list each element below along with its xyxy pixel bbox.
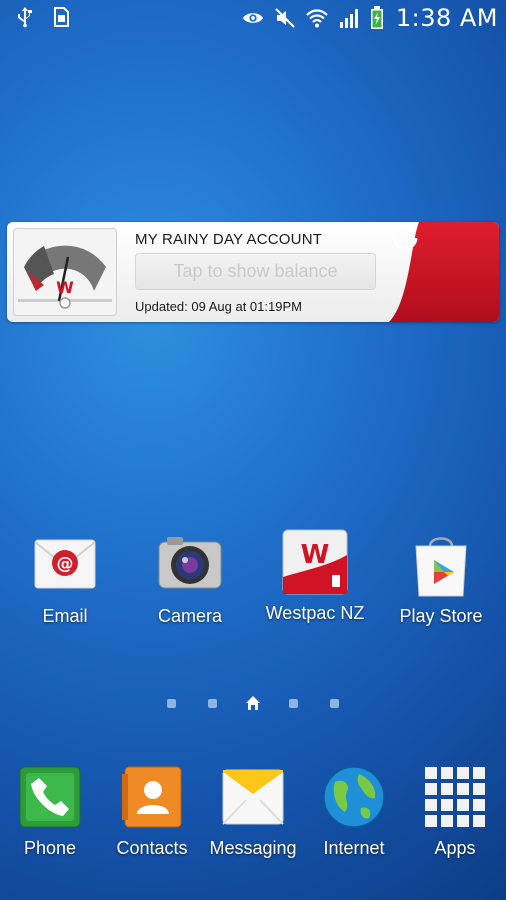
updated-timestamp: Updated: 09 Aug at 01:19PM (135, 299, 302, 314)
usb-icon (18, 7, 32, 28)
sd-card-icon (54, 7, 69, 27)
page-dot[interactable] (167, 699, 176, 708)
show-balance-button[interactable]: Tap to show balance (135, 253, 376, 290)
brand-letter: W (56, 278, 74, 297)
globe-icon (323, 766, 385, 828)
app-play-store[interactable]: Play Store (386, 530, 496, 627)
app-label: Messaging (209, 838, 297, 858)
app-label: Play Store (399, 606, 483, 626)
app-label: Internet (323, 838, 385, 858)
page-dot[interactable] (330, 699, 339, 708)
app-label: Apps (434, 838, 476, 858)
status-time: 1:38 AM (395, 4, 498, 32)
messaging-icon (222, 769, 284, 825)
page-indicator (0, 694, 506, 714)
refresh-panel[interactable] (389, 222, 499, 322)
page-dot[interactable] (208, 699, 217, 708)
dock-messaging[interactable]: Messaging (203, 764, 303, 859)
dock-phone[interactable]: Phone (0, 764, 100, 859)
phone-icon (19, 766, 81, 828)
contacts-icon (122, 766, 182, 828)
apps-grid-icon (425, 767, 485, 827)
app-label: Westpac NZ (265, 603, 365, 623)
dock-contacts[interactable]: Contacts (102, 764, 202, 859)
camera-icon (158, 537, 222, 589)
home-page-icon[interactable] (245, 695, 261, 711)
signal-icon (339, 9, 358, 28)
widget-title: MY RAINY DAY ACCOUNT (135, 231, 323, 248)
app-westpac[interactable]: W Westpac NZ (260, 527, 370, 624)
westpac-balance-widget[interactable]: W MY RAINY DAY ACCOUNT Tap to show balan… (7, 222, 499, 322)
page-dot[interactable] (289, 699, 298, 708)
svg-text:@: @ (57, 554, 74, 574)
battery-icon (370, 6, 383, 29)
eye-icon (242, 13, 263, 23)
app-label: Phone (23, 838, 77, 858)
status-bar: 1:38 AM (0, 0, 506, 34)
westpac-icon: W (282, 529, 348, 595)
app-camera[interactable]: Camera (135, 530, 245, 627)
mute-icon (275, 8, 295, 28)
dock-internet[interactable]: Internet (304, 764, 404, 859)
gauge-icon: W (13, 228, 117, 316)
svg-text:W: W (301, 540, 330, 570)
app-label: Camera (157, 606, 223, 626)
wifi-icon (306, 9, 328, 28)
refresh-icon[interactable] (389, 222, 421, 254)
app-label: Contacts (116, 838, 188, 858)
app-label: Email (42, 606, 88, 626)
email-icon: @ (34, 539, 96, 589)
app-email[interactable]: @ Email (10, 530, 120, 627)
play-store-icon (415, 537, 467, 597)
dock-apps[interactable]: Apps (405, 764, 505, 859)
